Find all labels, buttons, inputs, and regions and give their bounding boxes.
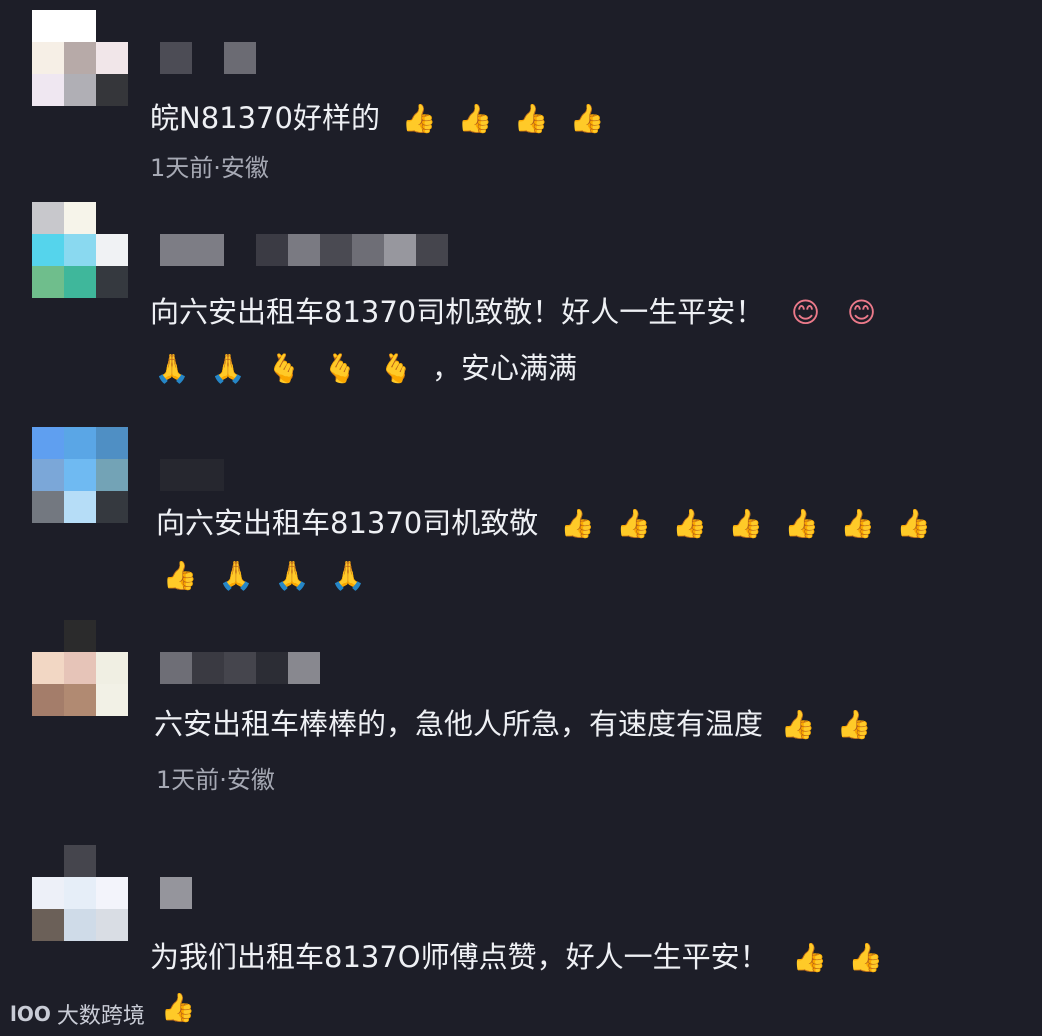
- username[interactable]: [160, 234, 448, 266]
- comment-text-line2: 👍: [158, 979, 214, 1036]
- thumbs-up-icon: 👍: [162, 559, 198, 592]
- thumbs-up-icon: 👍: [836, 708, 872, 741]
- thumbs-up-icon: 👍: [780, 708, 816, 741]
- comment-text-line2: 🙏 🙏 🫰 🫰 🫰 ，安心满满: [152, 340, 577, 397]
- blush-icon: 😊: [790, 296, 821, 329]
- thumbs-up-icon: 👍: [513, 102, 549, 135]
- comment-text-body: 为我们出租车8137O师傅点赞，好人一生平安！: [150, 940, 769, 974]
- thumbs-up-icon: 👍: [457, 102, 493, 135]
- finger-heart-icon: 🫰: [322, 352, 358, 385]
- thumbs-up-icon: 👍: [160, 991, 196, 1024]
- comment-text-line2: 👍 🙏 🙏 🙏: [160, 547, 384, 604]
- username[interactable]: [160, 42, 256, 74]
- thumbs-up-icon: 👍: [728, 507, 763, 540]
- blush-icon: 😊: [846, 296, 877, 329]
- thumbs-up-icon: 👍: [896, 507, 931, 540]
- comment-meta: 1天前·安徽: [156, 766, 275, 794]
- avatar[interactable]: [32, 202, 128, 298]
- thumbs-up-icon: 👍: [401, 102, 437, 135]
- comment-text-body: 向六安出租车81370司机致敬！好人一生平安！: [150, 295, 765, 329]
- thumbs-up-icon: 👍: [840, 507, 875, 540]
- watermark: lOO 大数跨境: [10, 998, 145, 1030]
- pray-icon: 🙏: [274, 559, 310, 592]
- avatar[interactable]: [32, 620, 128, 716]
- comment-text: 向六安出租车81370司机致敬！好人一生平安！ 😊 😊: [150, 284, 897, 341]
- brand-logo-icon: lOO: [10, 1002, 51, 1026]
- comment-text: 皖N81370好样的 👍 👍 👍 👍: [150, 90, 623, 147]
- comment-text: 六安出租车棒棒的，急他人所急，有速度有温度 👍 👍: [154, 696, 890, 753]
- comment-text-body: 六安出租车棒棒的，急他人所急，有速度有温度: [154, 707, 764, 741]
- username[interactable]: [160, 459, 320, 491]
- comment-meta: 1天前·安徽: [150, 154, 269, 182]
- pray-icon: 🙏: [218, 559, 254, 592]
- pray-icon: 🙏: [210, 352, 246, 385]
- finger-heart-icon: 🫰: [378, 352, 414, 385]
- pray-icon: 🙏: [154, 352, 190, 385]
- username[interactable]: [160, 877, 192, 909]
- watermark-text: 大数跨境: [56, 1004, 145, 1029]
- thumbs-up-icon: 👍: [848, 941, 884, 974]
- comment-text: 为我们出租车8137O师傅点赞，好人一生平安！ 👍 👍: [150, 929, 902, 986]
- comment-text: 向六安出租车81370司机致敬 👍 👍 👍 👍 👍 👍 👍: [156, 495, 949, 552]
- thumbs-up-icon: 👍: [792, 941, 828, 974]
- thumbs-up-icon: 👍: [560, 507, 595, 540]
- thumbs-up-icon: 👍: [784, 507, 819, 540]
- avatar[interactable]: [32, 10, 128, 106]
- comment-text-body: 向六安出租车81370司机致敬: [156, 506, 539, 540]
- finger-heart-icon: 🫰: [266, 352, 302, 385]
- thumbs-up-icon: 👍: [569, 102, 605, 135]
- comment-text-tail: ，安心满满: [432, 351, 578, 385]
- avatar[interactable]: [32, 845, 128, 941]
- username[interactable]: [160, 652, 320, 684]
- avatar[interactable]: [32, 427, 128, 523]
- pray-icon: 🙏: [330, 559, 366, 592]
- thumbs-up-icon: 👍: [616, 507, 651, 540]
- comment-text-body: 皖N81370好样的: [150, 101, 380, 135]
- thumbs-up-icon: 👍: [672, 507, 707, 540]
